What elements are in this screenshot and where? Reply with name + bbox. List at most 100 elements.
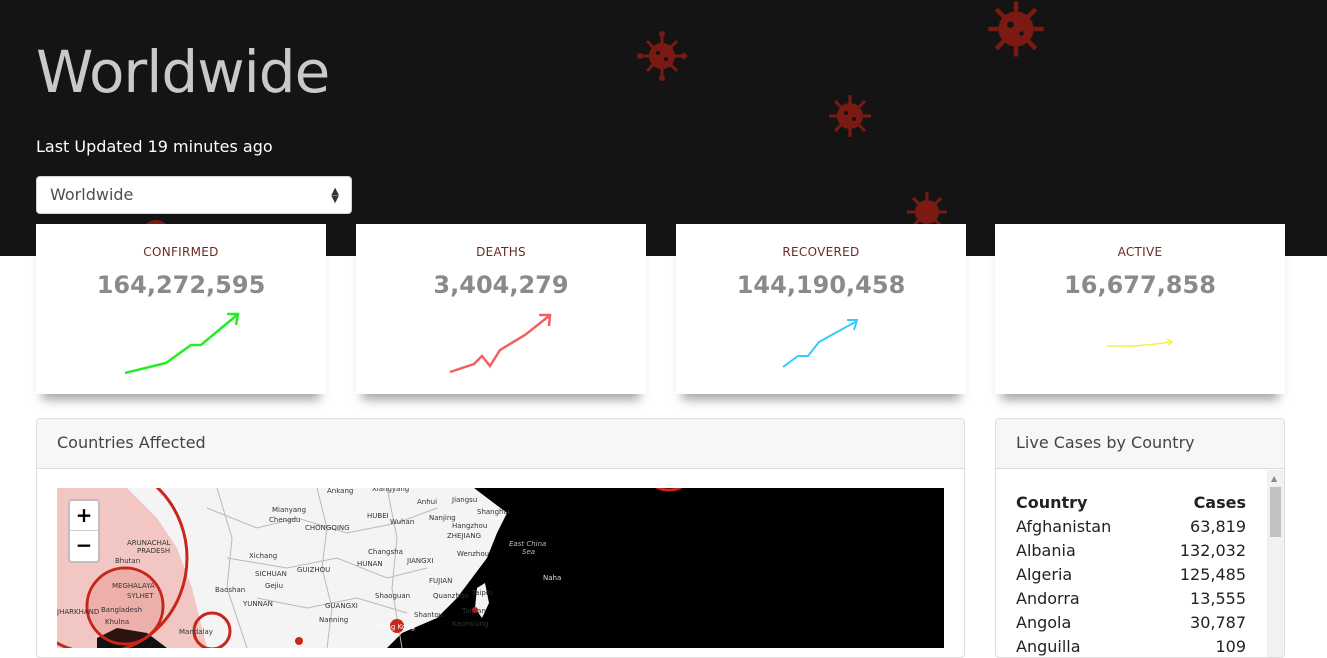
svg-text:Wuhan: Wuhan bbox=[390, 518, 414, 526]
svg-text:Xiangyang: Xiangyang bbox=[372, 488, 409, 493]
cases-scrollbar[interactable]: ▲ bbox=[1267, 470, 1284, 657]
svg-text:ARUNACHAL: ARUNACHAL bbox=[127, 539, 171, 547]
svg-text:Ankang: Ankang bbox=[327, 488, 353, 495]
scrollbar-thumb[interactable] bbox=[1270, 487, 1281, 537]
svg-text:Khulna: Khulna bbox=[105, 618, 129, 626]
svg-text:Mandalay: Mandalay bbox=[179, 628, 213, 636]
recovered-label: RECOVERED bbox=[782, 245, 860, 259]
case-count: 30,787 bbox=[1190, 613, 1246, 632]
table-row: Algeria 125,485 bbox=[1016, 563, 1246, 587]
deaths-label: DEATHS bbox=[476, 245, 526, 259]
country-name: Albania bbox=[1016, 541, 1076, 560]
country-name: Anguilla bbox=[1016, 637, 1081, 656]
svg-text:SYLHET: SYLHET bbox=[127, 592, 154, 600]
svg-text:PRADESH: PRADESH bbox=[137, 547, 170, 555]
country-name: Algeria bbox=[1016, 565, 1073, 584]
svg-text:East China: East China bbox=[509, 540, 546, 548]
deaths-value: 3,404,279 bbox=[433, 271, 569, 299]
svg-text:YUNNAN: YUNNAN bbox=[242, 600, 273, 608]
country-name: Angola bbox=[1016, 613, 1072, 632]
case-count: 132,032 bbox=[1179, 541, 1246, 560]
confirmed-sparkline bbox=[124, 312, 240, 375]
svg-text:Shanghai: Shanghai bbox=[477, 508, 510, 516]
svg-text:HUNAN: HUNAN bbox=[357, 560, 383, 568]
svg-text:Mianyang: Mianyang bbox=[272, 506, 306, 514]
svg-text:Anhui: Anhui bbox=[417, 498, 437, 506]
svg-text:Chengdu: Chengdu bbox=[269, 516, 300, 524]
deaths-sparkline bbox=[449, 313, 552, 374]
active-value: 16,677,858 bbox=[1064, 271, 1216, 299]
table-row: Afghanistan 63,819 bbox=[1016, 515, 1246, 539]
recovered-value: 144,190,458 bbox=[736, 271, 906, 299]
svg-text:Hong Kong: Hong Kong bbox=[377, 623, 415, 631]
deaths-card: DEATHS 3,404,279 bbox=[356, 224, 646, 394]
svg-text:MEGHALAYA: MEGHALAYA bbox=[112, 582, 155, 590]
active-card: ACTIVE 16,677,858 bbox=[995, 224, 1285, 394]
svg-text:Nanjing: Nanjing bbox=[429, 514, 456, 522]
active-sparkline bbox=[1107, 338, 1174, 347]
svg-text:Kaohsiung: Kaohsiung bbox=[452, 620, 488, 628]
svg-text:CHONGQING: CHONGQING bbox=[305, 524, 350, 532]
zoom-control: + − bbox=[68, 499, 100, 563]
recovered-card: RECOVERED 144,190,458 bbox=[676, 224, 966, 394]
select-arrows-icon: ▲ ▼ bbox=[331, 186, 339, 205]
svg-text:Bangladesh: Bangladesh bbox=[101, 606, 142, 614]
svg-text:Shaoguan: Shaoguan bbox=[375, 592, 410, 600]
zoom-out-button[interactable]: − bbox=[70, 531, 98, 561]
svg-text:Bhutan: Bhutan bbox=[115, 557, 140, 565]
confirmed-value: 164,272,595 bbox=[96, 271, 266, 299]
case-count: 125,485 bbox=[1179, 565, 1246, 584]
virus-icon bbox=[988, 1, 1044, 57]
table-row: Albania 132,032 bbox=[1016, 539, 1246, 563]
svg-text:Quanzhou: Quanzhou bbox=[433, 592, 469, 600]
svg-text:Taiwan: Taiwan bbox=[461, 607, 486, 615]
live-cases-panel: Live Cases by Country Country Cases Afgh… bbox=[995, 418, 1285, 658]
active-label: ACTIVE bbox=[1117, 245, 1163, 259]
map-view[interactable]: Ankang Xiangyang Anhui Jiangsu Shanghai Mia… bbox=[57, 488, 944, 648]
confirmed-card: CONFIRMED 164,272,595 bbox=[36, 224, 326, 394]
virus-icon bbox=[829, 95, 871, 137]
col-cases: Cases bbox=[1193, 493, 1246, 512]
svg-text:Hangzhou: Hangzhou bbox=[452, 522, 487, 530]
zoom-in-button[interactable]: + bbox=[70, 501, 98, 531]
svg-text:Sea: Sea bbox=[522, 548, 535, 556]
svg-text:JHARKHAND: JHARKHAND bbox=[57, 608, 99, 616]
countries-affected-panel: Countries Affected Ankang Xiangyang Anhu… bbox=[36, 418, 965, 658]
recovered-sparkline bbox=[782, 319, 859, 368]
country-name: Andorra bbox=[1016, 589, 1080, 608]
svg-text:FUJIAN: FUJIAN bbox=[429, 577, 452, 585]
svg-text:Jiangsu: Jiangsu bbox=[451, 496, 477, 504]
cases-table: Country Cases Afghanistan 63,819 Albania 1… bbox=[1016, 491, 1246, 657]
case-count: 109 bbox=[1215, 637, 1246, 656]
virus-icon bbox=[637, 31, 687, 81]
svg-text:ZHEJIANG: ZHEJIANG bbox=[447, 532, 481, 540]
svg-text:Xichang: Xichang bbox=[249, 552, 277, 560]
live-cases-title: Live Cases by Country bbox=[996, 419, 1284, 469]
table-row: Anguilla 109 bbox=[1016, 635, 1246, 657]
svg-text:GUIZHOU: GUIZHOU bbox=[297, 566, 330, 574]
countries-affected-title: Countries Affected bbox=[37, 419, 964, 469]
col-country: Country bbox=[1016, 493, 1088, 512]
svg-text:Wenzhou: Wenzhou bbox=[457, 550, 489, 558]
table-header: Country Cases bbox=[1016, 491, 1246, 515]
country-name: Afghanistan bbox=[1016, 517, 1112, 536]
svg-text:Taipei: Taipei bbox=[471, 589, 492, 597]
svg-text:Baoshan: Baoshan bbox=[215, 586, 245, 594]
scroll-up-icon[interactable]: ▲ bbox=[1271, 474, 1277, 483]
hero-header: Worldwide Last Updated 19 minutes ago Wo… bbox=[0, 0, 1327, 256]
svg-text:SICHUAN: SICHUAN bbox=[255, 570, 287, 578]
region-select[interactable]: Worldwide ▲ ▼ bbox=[36, 176, 352, 214]
svg-text:Naha: Naha bbox=[543, 574, 561, 582]
last-updated-text: Last Updated 19 minutes ago bbox=[36, 137, 273, 156]
svg-text:Nanning: Nanning bbox=[319, 616, 348, 624]
svg-text:Gejiu: Gejiu bbox=[265, 582, 283, 590]
svg-text:JIANGXI: JIANGXI bbox=[406, 557, 433, 565]
confirmed-label: CONFIRMED bbox=[143, 245, 219, 259]
table-row: Andorra 13,555 bbox=[1016, 587, 1246, 611]
svg-text:Changsha: Changsha bbox=[368, 548, 403, 556]
case-count: 63,819 bbox=[1190, 517, 1246, 536]
svg-text:GUANGXI: GUANGXI bbox=[325, 602, 358, 610]
svg-text:HUBEI: HUBEI bbox=[367, 512, 389, 520]
map-canvas: Ankang Xiangyang Anhui JiangsuShanghai Mia… bbox=[57, 488, 944, 648]
svg-text:Shantou: Shantou bbox=[414, 611, 443, 619]
